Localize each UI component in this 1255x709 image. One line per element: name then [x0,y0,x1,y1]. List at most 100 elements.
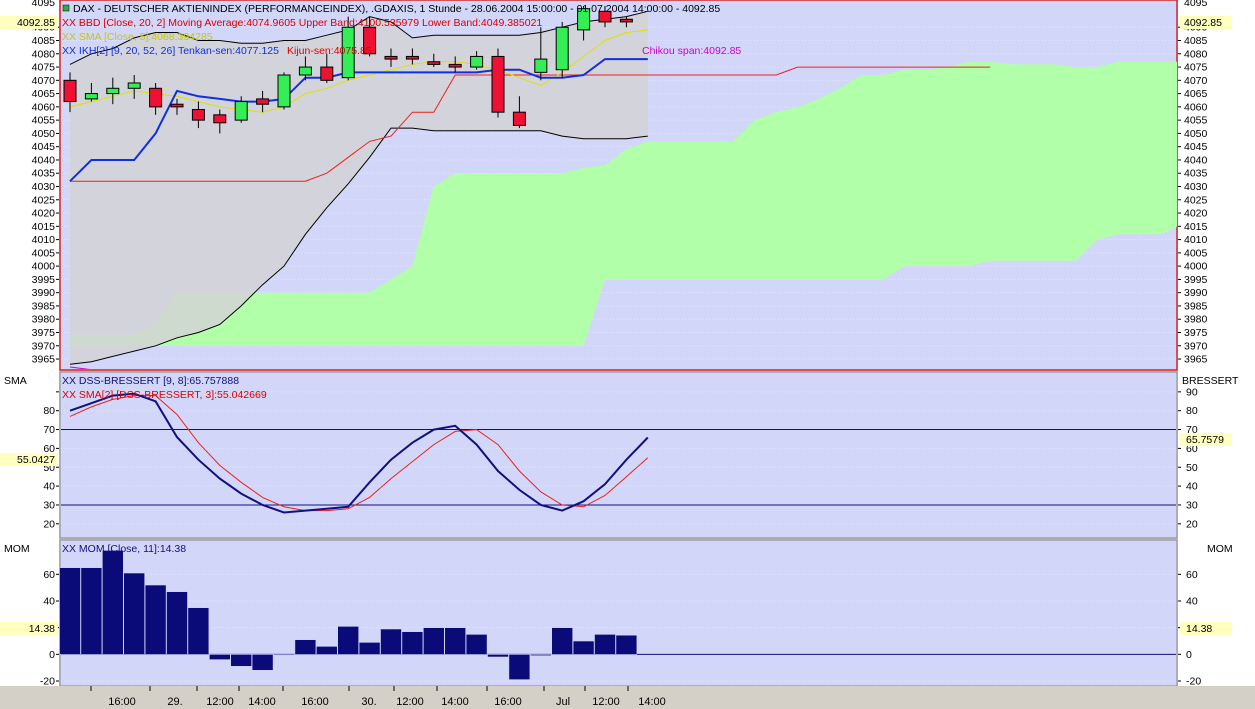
price-axis-label-right: 4010 [1184,234,1208,246]
mom-bar[interactable] [487,654,509,658]
dss-axis-label-left: 80 [43,405,55,417]
candle-down[interactable] [191,109,205,121]
mom-bar[interactable] [615,634,638,655]
candle-up[interactable] [84,93,98,100]
mom-right-title: MOM [1207,543,1233,555]
candle-down[interactable] [405,55,419,60]
mom-bar[interactable] [144,584,167,655]
candle-down[interactable] [448,63,462,68]
dss-left-value: 55.0427 [17,454,55,466]
candle-up[interactable] [470,55,484,68]
price-axis-label-right: 4005 [1184,247,1208,259]
price-axis-label-right: 4085 [1184,35,1208,47]
price-axis-label-left: 3970 [32,340,56,352]
candle-up[interactable] [534,58,548,73]
price-axis-label-left: 3990 [32,287,56,299]
mom-bar[interactable] [594,634,616,655]
price-axis-label-right: 3975 [1184,327,1208,339]
mom-axis-label-right: 60 [1186,569,1198,581]
time-axis-label: 16:00 [494,696,522,708]
price-axis-label-left: 4075 [32,62,56,74]
mom-bar[interactable] [444,627,467,655]
legend-ikh: XX IKH[2] [9, 20, 52, 26] Tenkan-sen:407… [62,45,279,57]
dss-right-title: BRESSERT [1182,375,1239,387]
price-axis-label-right: 4060 [1184,101,1208,113]
mom-panel[interactable] [59,539,1178,687]
candle-down[interactable] [256,98,270,105]
price-axis-label-right: 3995 [1184,274,1208,286]
time-axis-label: Jul [556,696,570,708]
mom-bar[interactable] [166,591,188,655]
mom-axis-label-left: -20 [40,676,55,688]
candle-down[interactable] [213,114,227,124]
mom-left-value: 14.38 [29,623,55,635]
mom-bar[interactable] [209,654,231,660]
mom-bar[interactable] [422,627,445,655]
candle-down[interactable] [512,111,526,126]
price-axis-label-left: 3995 [32,274,56,286]
mom-bar[interactable] [251,654,274,671]
mom-bar[interactable] [80,567,103,655]
dss-axis-label-left: 40 [43,481,55,493]
price-axis-label-left: 4060 [32,101,56,113]
mom-bar[interactable] [294,639,317,655]
mom-bar[interactable] [230,654,252,667]
candle-down[interactable] [491,55,505,113]
candle-up[interactable] [277,74,291,108]
price-axis-label-right: 3965 [1184,354,1208,366]
mom-axis-label-right: -20 [1186,676,1201,688]
legend-kijun: Kijun-sen:4075.85 [287,45,372,57]
mom-bar[interactable] [273,654,295,656]
candle-down[interactable] [149,87,163,108]
candle-down[interactable] [427,61,441,65]
mom-bar[interactable] [465,634,488,655]
legend-candle-icon [62,4,70,12]
price-axis-label-right: 4040 [1184,154,1208,166]
candle-down[interactable] [619,18,633,23]
mom-bar[interactable] [187,607,210,655]
price-axis-label-right: 4075 [1184,62,1208,74]
candle-up[interactable] [555,26,569,71]
mom-bar[interactable] [315,646,338,655]
mom-bar[interactable] [551,627,574,655]
legend-dss-sma: XX SMA[2] [DSS-BRESSERT, 3]:55.042669 [62,389,267,401]
price-axis-label-left: 4010 [32,234,56,246]
mom-bar[interactable] [60,567,81,655]
dss-axis-label-left: 20 [43,518,55,530]
legend-dss: XX DSS-BRESSERT [9, 8]:65.757888 [62,375,239,387]
right-top-partial-tick: 4095 [1184,0,1208,9]
price-axis-label-left: 4000 [32,261,56,273]
price-axis-label-left: 4045 [32,141,56,153]
price-axis-label-right: 4070 [1184,75,1208,87]
candle-up[interactable] [106,87,120,95]
candle-up[interactable] [127,82,141,89]
price-axis-label-left: 3965 [32,354,56,366]
mom-bar[interactable] [529,654,552,656]
time-axis-label: 12:00 [396,696,424,708]
left-top-partial-tick: 4095 [32,0,56,9]
candle-down[interactable] [170,103,184,108]
candle-up[interactable] [234,101,248,121]
right-price-value: 4092.85 [1184,17,1222,29]
mom-bar[interactable] [123,572,145,655]
candle-down[interactable] [63,79,77,103]
mom-bar[interactable] [337,626,360,655]
mom-bar[interactable] [102,550,124,655]
dss-axis-label-right: 90 [1186,386,1198,398]
mom-bar[interactable] [508,654,531,680]
mom-bar[interactable] [358,642,381,655]
time-axis-label: 14:00 [248,696,276,708]
mom-left-title: MOM [4,543,30,555]
time-axis-label: 16:00 [301,696,329,708]
price-axis-label-left: 4005 [32,247,56,259]
dss-axis-label-right: 50 [1186,462,1198,474]
candle-down[interactable] [320,66,334,81]
candle-up[interactable] [298,66,312,76]
dss-axis-label-right: 30 [1186,499,1198,511]
candle-down[interactable] [384,55,398,60]
price-axis-label-right: 4055 [1184,115,1208,127]
mom-bar[interactable] [380,628,402,655]
mom-bar[interactable] [572,640,595,655]
mom-bar[interactable] [401,631,424,655]
price-axis-label-left: 4040 [32,154,56,166]
